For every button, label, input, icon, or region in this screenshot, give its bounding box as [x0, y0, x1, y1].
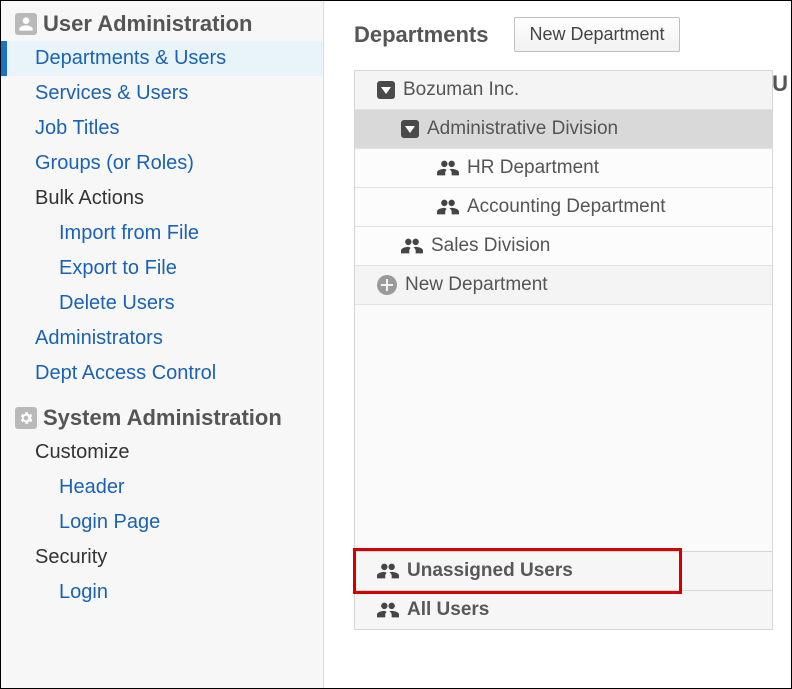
- nav-customize[interactable]: Customize: [1, 435, 323, 470]
- nav-login[interactable]: Login: [1, 575, 323, 610]
- nav-security[interactable]: Security: [1, 540, 323, 575]
- tree-hr-dept[interactable]: HR Department: [355, 149, 772, 188]
- users-group-icon: [377, 600, 399, 620]
- system-admin-title: System Administration: [43, 405, 282, 431]
- tree-newdept-label: New Department: [405, 274, 548, 296]
- nav-services-users[interactable]: Services & Users: [1, 76, 323, 111]
- tree-accounting-label: Accounting Department: [467, 196, 666, 218]
- users-group-icon: [437, 158, 459, 178]
- right-cut-label: U: [772, 71, 788, 97]
- tree-bottom-rows: Unassigned Users All Users: [355, 551, 772, 629]
- nav-job-titles[interactable]: Job Titles: [1, 111, 323, 146]
- tree-sales-label: Sales Division: [431, 235, 550, 257]
- plus-icon: [377, 275, 397, 295]
- nav-administrators[interactable]: Administrators: [1, 321, 323, 356]
- tree-admin-division[interactable]: Administrative Division: [355, 110, 772, 149]
- nav-bulk-actions[interactable]: Bulk Actions: [1, 181, 323, 216]
- nav-departments-users[interactable]: Departments & Users: [1, 41, 323, 76]
- nav-export-file[interactable]: Export to File: [1, 251, 323, 286]
- tree-allusers-label: All Users: [407, 599, 489, 621]
- system-admin-header: System Administration: [1, 399, 323, 435]
- users-group-icon: [437, 197, 459, 217]
- tree-hr-label: HR Department: [467, 157, 599, 179]
- nav-import-file[interactable]: Import from File: [1, 216, 323, 251]
- tree-all-users[interactable]: All Users: [355, 590, 772, 629]
- tree-admin-label: Administrative Division: [427, 118, 618, 140]
- users-group-icon: [401, 236, 423, 256]
- tree-sales-division[interactable]: Sales Division: [355, 227, 772, 266]
- nav-dept-access[interactable]: Dept Access Control: [1, 356, 323, 391]
- tree-root-label: Bozuman Inc.: [403, 79, 519, 101]
- tree-accounting-dept[interactable]: Accounting Department: [355, 188, 772, 227]
- department-tree: Bozuman Inc. Administrative Division HR …: [354, 70, 773, 630]
- sidebar: User Administration Departments & Users …: [1, 1, 324, 688]
- user-admin-title: User Administration: [43, 11, 252, 37]
- tree-unassigned-label: Unassigned Users: [407, 560, 573, 582]
- nav-login-page[interactable]: Login Page: [1, 505, 323, 540]
- tree-root[interactable]: Bozuman Inc.: [355, 71, 772, 110]
- nav-groups-roles[interactable]: Groups (or Roles): [1, 146, 323, 181]
- user-admin-header: User Administration: [1, 5, 323, 41]
- tree-unassigned-users[interactable]: Unassigned Users: [355, 551, 772, 590]
- departments-title: Departments: [354, 22, 488, 48]
- nav-delete-users[interactable]: Delete Users: [1, 286, 323, 321]
- tree-new-department[interactable]: New Department: [355, 266, 772, 305]
- users-group-icon: [377, 561, 399, 581]
- collapse-icon[interactable]: [401, 120, 419, 138]
- main-header: Departments New Department: [354, 17, 773, 52]
- gear-icon: [15, 407, 37, 429]
- nav-header[interactable]: Header: [1, 470, 323, 505]
- collapse-icon[interactable]: [377, 81, 395, 99]
- new-department-button[interactable]: New Department: [514, 17, 679, 52]
- main-panel: Departments New Department Bozuman Inc. …: [324, 1, 791, 688]
- user-icon: [15, 13, 37, 35]
